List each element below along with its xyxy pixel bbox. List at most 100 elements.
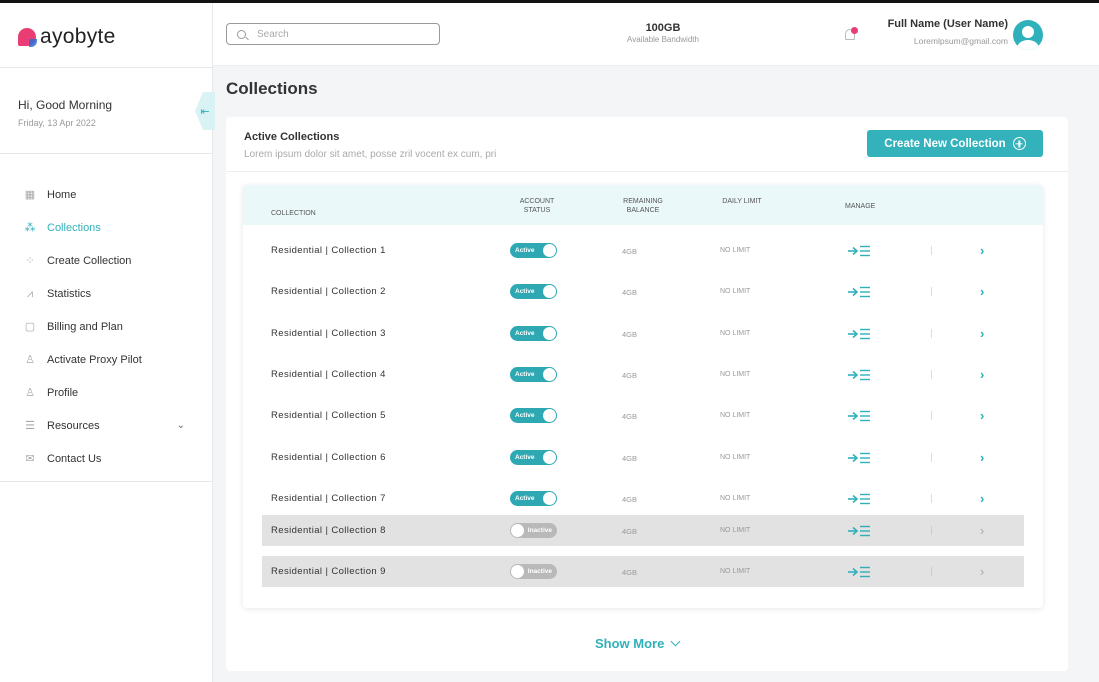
sidebar-item-label: Profile [47, 386, 79, 399]
status-toggle[interactable]: Active [510, 243, 557, 258]
table-row[interactable]: Residential | Collection 9 Inactive 4GB NO … [262, 556, 1024, 588]
sidebar-item-statistics[interactable]: ⩘ Statistics [0, 277, 213, 310]
manage-list-icon[interactable] [847, 566, 871, 578]
greeting-date: Friday, 13 Apr 2022 [18, 118, 96, 128]
chevron-right-icon[interactable]: › [980, 564, 984, 579]
chevron-right-icon[interactable]: › [980, 326, 984, 341]
statistics-icon: ⩘ [26, 287, 34, 300]
status-toggle[interactable]: Active [510, 366, 557, 382]
row-divider [931, 369, 932, 379]
row-divider [931, 246, 932, 255]
remaining-balance: 4GB [622, 370, 638, 380]
avatar[interactable] [1013, 20, 1043, 50]
sidebar: ayobyte Hi, Good Morning Friday, 13 Apr … [0, 3, 213, 682]
remaining-balance: 4GB [622, 247, 638, 256]
sidebar-item-activate-proxy-pilot[interactable]: ♙ Activate Proxy Pilot [0, 343, 213, 376]
billing-icon: ▢ [24, 320, 36, 333]
manage-list-icon[interactable] [847, 452, 871, 464]
chevron-right-icon[interactable]: › [980, 523, 984, 538]
table-row[interactable]: Residential | Collection 3 Active 4GB NO LI… [262, 318, 1024, 349]
manage-list-icon[interactable] [847, 369, 871, 381]
sidebar-divider [0, 481, 213, 482]
remaining-balance: 4GB [622, 494, 638, 504]
status-toggle[interactable]: Active [510, 408, 557, 424]
manage-list-icon[interactable] [847, 493, 871, 505]
status-toggle[interactable]: Active [510, 449, 557, 465]
brand-logo[interactable]: ayobyte [18, 25, 116, 49]
show-more-label: Show More [595, 636, 665, 651]
chevron-down-icon[interactable]: ⌄ [177, 420, 185, 431]
greeting-title: Hi, Good Morning [18, 98, 113, 112]
sidebar-item-profile[interactable]: ♙ Profile [0, 376, 213, 409]
create-collection-button[interactable]: Create New Collection [867, 130, 1043, 157]
row-divider [931, 328, 932, 338]
status-toggle[interactable]: Inactive [510, 564, 557, 580]
remaining-balance: 4GB [622, 527, 638, 537]
create-collection-icon: ⁘ [25, 254, 35, 267]
daily-limit: NO LIMIT [720, 370, 751, 378]
status-toggle[interactable]: Active [510, 490, 557, 506]
manage-list-icon[interactable] [847, 245, 871, 257]
chevron-right-icon[interactable]: › [980, 408, 984, 423]
manage-list-icon[interactable] [847, 410, 871, 422]
table-row[interactable]: Residential | Collection 4 Active 4GB NO LI… [262, 359, 1024, 390]
sidebar-item-resources[interactable]: ☰ Resources ⌄ [0, 409, 213, 442]
manage-list-icon[interactable] [847, 525, 871, 537]
brand-name: ayobyte [40, 25, 116, 48]
status-toggle[interactable]: Active [510, 325, 557, 341]
header-account-status: ACCOUNT STATUS [519, 198, 555, 214]
user-info[interactable]: Full Name (User Name) Loremlpsum@gmail.c… [865, 18, 1008, 46]
notification-bell-icon[interactable] [844, 27, 858, 41]
sidebar-item-contact-us[interactable]: ✉ Contact Us [0, 442, 213, 475]
table-row[interactable]: Residential | Collection 7 Active 4GB NO LI… [262, 483, 1024, 514]
chevron-down-icon [670, 636, 681, 647]
search-input[interactable] [257, 28, 427, 40]
sidebar-divider [0, 67, 213, 68]
status-label: Active [515, 412, 535, 420]
manage-list-icon[interactable] [847, 286, 871, 298]
show-more-button[interactable]: Show More [595, 636, 681, 651]
daily-limit: NO LIMIT [720, 329, 751, 337]
chevron-right-icon[interactable]: › [980, 367, 984, 382]
remaining-balance: 4GB [622, 568, 638, 578]
header-collection: COLLECTION [271, 210, 316, 217]
sidebar-item-home[interactable]: ▦ Home [0, 178, 213, 211]
status-toggle[interactable]: Active [510, 284, 557, 300]
page-title: Collections [226, 79, 318, 98]
daily-limit: NO LIMIT [720, 412, 751, 420]
sidebar-item-label: Contact Us [47, 452, 102, 465]
table-row[interactable]: Residential | Collection 8 Inactive 4GB NO … [262, 515, 1024, 547]
status-label: Active [515, 453, 535, 461]
sidebar-item-label: Resources [47, 419, 100, 432]
sidebar-item-billing-and-plan[interactable]: ▢ Billing and Plan [0, 310, 213, 343]
table-row[interactable]: Residential | Collection 5 Active 4GB NO LI… [262, 400, 1024, 431]
card-divider [226, 171, 1068, 172]
chevron-right-icon[interactable]: › [980, 243, 984, 258]
collection-name: Residential | Collection 1 [271, 245, 386, 256]
chevron-right-icon[interactable]: › [980, 491, 984, 506]
table-row[interactable]: Residential | Collection 2 Active 4GB NO LI… [262, 276, 1024, 307]
greeting: Hi, Good Morning Friday, 13 Apr 2022 [18, 98, 112, 128]
sidebar-item-create-collection[interactable]: ⁘ Create Collection [0, 244, 213, 277]
search-box[interactable] [226, 23, 440, 45]
home-icon: ▦ [24, 188, 36, 201]
status-label: Active [515, 288, 535, 296]
header-daily-limit: DAILY LIMIT [722, 198, 762, 205]
sidebar-divider [0, 153, 213, 154]
row-divider [931, 567, 932, 577]
remaining-balance: 4GB [622, 412, 638, 422]
chevron-right-icon[interactable]: › [980, 284, 984, 299]
collection-name: Residential | Collection 9 [271, 566, 386, 578]
table-row[interactable]: Residential | Collection 1 Active 4GB NO LI… [262, 235, 1024, 266]
table-header: COLLECTION ACCOUNT STATUS REMAINING BALA… [243, 185, 1043, 225]
sidebar-item-collections[interactable]: ⁂ Collections [0, 211, 213, 244]
row-divider [931, 452, 932, 462]
chevron-right-icon[interactable]: › [980, 450, 984, 465]
row-divider [931, 287, 932, 297]
table-row[interactable]: Residential | Collection 6 Active 4GB NO LI… [262, 442, 1024, 473]
status-toggle[interactable]: Inactive [510, 523, 557, 539]
collections-card: Active Collections Lorem ipsum dolor sit… [226, 117, 1068, 671]
manage-list-icon[interactable] [847, 328, 871, 340]
status-label: Inactive [527, 527, 552, 535]
collapse-icon: ⇤ [200, 105, 210, 118]
